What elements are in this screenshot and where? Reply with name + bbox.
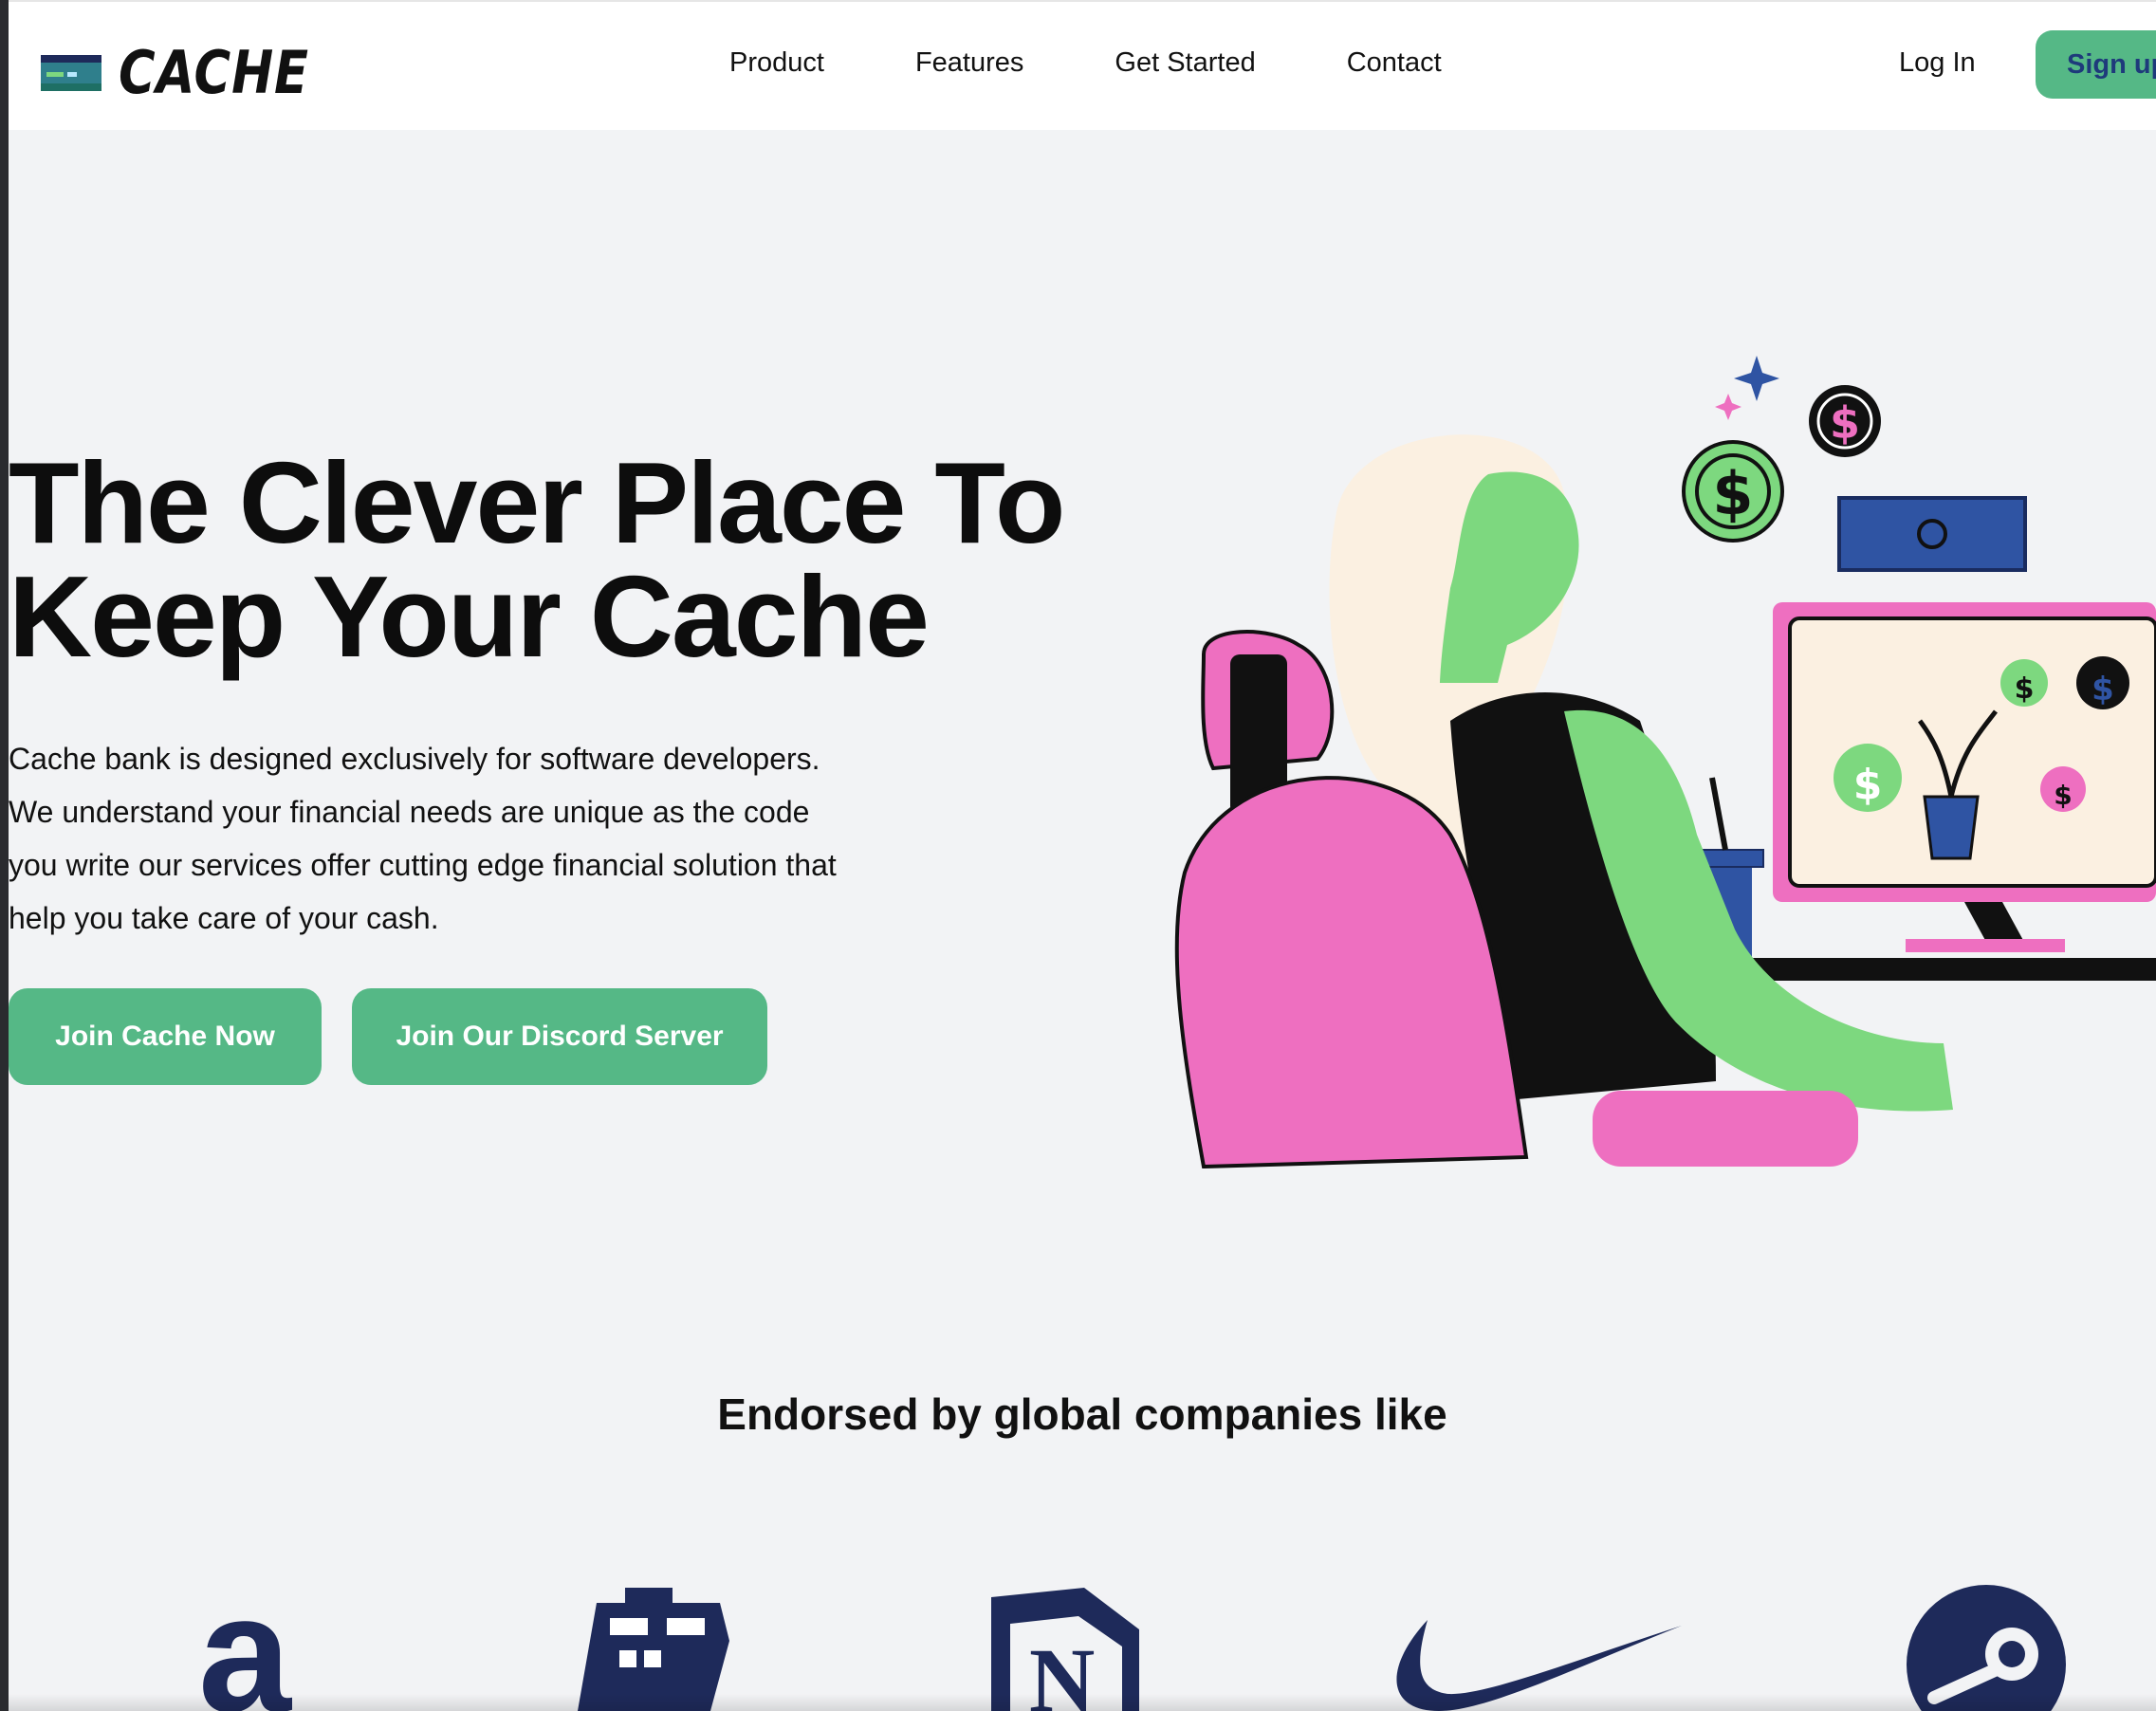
notion-logo-icon[interactable]: N [980, 1584, 1151, 1711]
login-link[interactable]: Log In [1899, 47, 1976, 79]
join-discord-button[interactable]: Join Our Discord Server [352, 988, 767, 1085]
nav-product[interactable]: Product [729, 47, 824, 79]
minecraft-logo-icon[interactable] [568, 1584, 758, 1711]
window-edge-strip [0, 0, 9, 1711]
brand-name: CACHE [119, 38, 309, 107]
hero-title: The Clever Place To Keep Your Cache [9, 445, 1065, 674]
svg-text:a: a [198, 1584, 292, 1711]
svg-text:$: $ [1830, 397, 1860, 449]
nike-logo-icon[interactable] [1382, 1584, 1686, 1711]
svg-text:$: $ [1712, 459, 1753, 528]
hero-illustration: $ $ $ $ $ $ 0 [1174, 356, 2156, 1169]
svg-text:$: $ [1853, 761, 1883, 809]
nav-features[interactable]: Features [915, 47, 1023, 79]
hero-description: Cache bank is designed exclusively for s… [9, 742, 837, 935]
svg-text:$: $ [2092, 671, 2114, 708]
svg-text:$: $ [2015, 672, 2035, 706]
nav-get-started[interactable]: Get Started [1115, 47, 1255, 79]
site-header: CACHE Product Features Get Started Conta… [9, 0, 2156, 130]
hero-title-line-2: Keep Your Cache [9, 552, 930, 681]
steam-logo-icon[interactable] [1906, 1584, 2067, 1711]
nav-contact[interactable]: Contact [1347, 47, 1442, 79]
credit-card-logo-icon [41, 54, 101, 91]
signup-button[interactable]: Sign up [2036, 30, 2156, 99]
amazon-logo-icon[interactable]: a [185, 1584, 308, 1711]
main-nav: Product Features Get Started Contact [729, 47, 1533, 79]
brand[interactable]: CACHE [41, 38, 342, 107]
bottom-shadow [9, 1694, 2156, 1711]
hero-title-line-1: The Clever Place To [9, 438, 1065, 567]
endorsed-heading: Endorsed by global companies like [717, 1389, 1447, 1439]
svg-text:$: $ [2054, 780, 2072, 811]
join-cache-button[interactable]: Join Cache Now [9, 988, 322, 1085]
landing-page: CACHE Product Features Get Started Conta… [9, 0, 2156, 1711]
company-logos: a N [9, 1584, 2156, 1711]
